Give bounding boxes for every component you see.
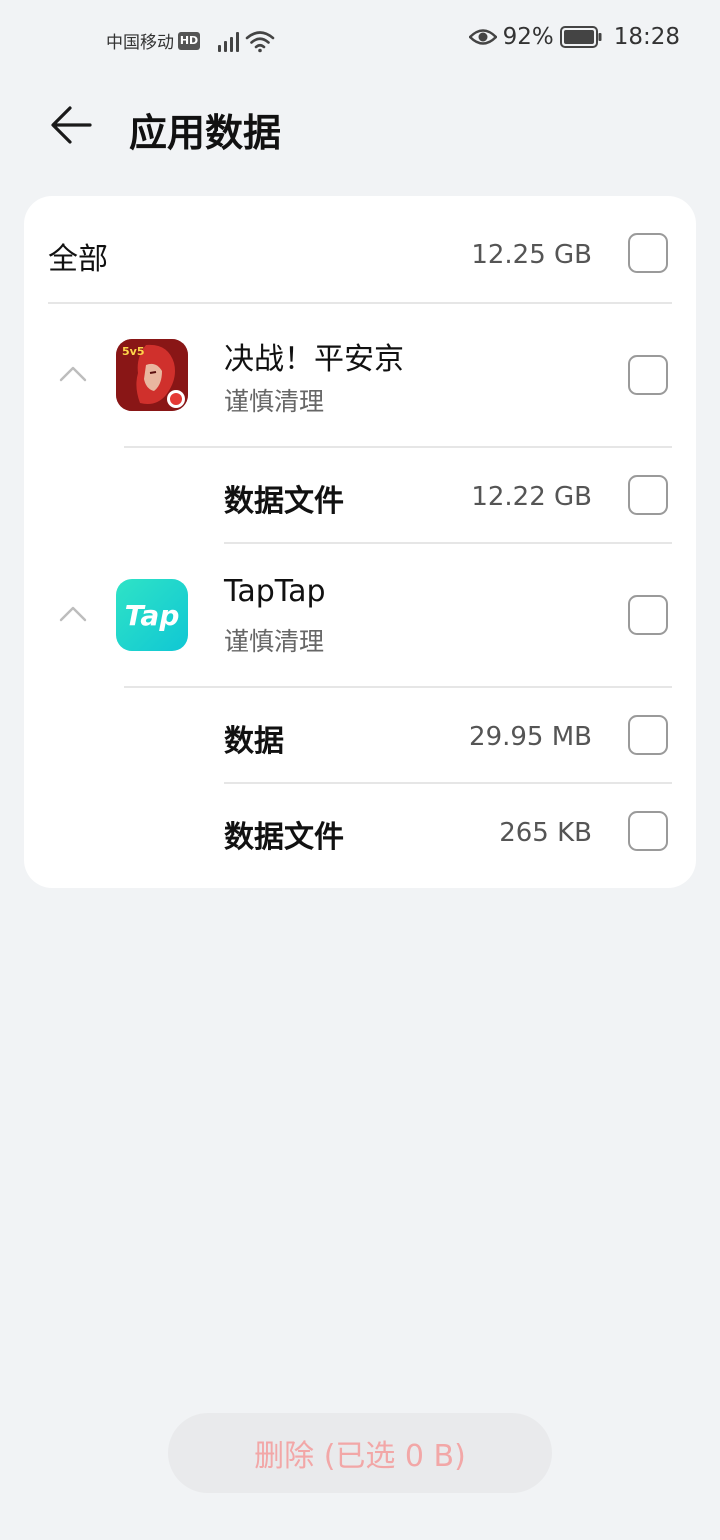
- app-checkbox[interactable]: [628, 595, 668, 635]
- data-item-size: 265 KB: [499, 818, 592, 848]
- data-item-label: 数据: [224, 724, 284, 759]
- status-left: 中国移动 HD: [106, 28, 275, 53]
- wifi-icon: [245, 30, 275, 52]
- data-item-row[interactable]: 数据文件 12.22 GB: [24, 448, 696, 542]
- header: 应用数据: [0, 88, 720, 164]
- battery-icon: [559, 26, 602, 48]
- data-item-size: 12.22 GB: [471, 482, 592, 512]
- data-item-checkbox[interactable]: [628, 811, 668, 851]
- delete-button[interactable]: 删除 (已选 0 B): [168, 1413, 552, 1493]
- status-bar: 中国移动 HD 92% 18:28: [0, 0, 720, 84]
- data-item-row[interactable]: 数据文件 265 KB: [24, 784, 696, 878]
- data-item-row[interactable]: 数据 29.95 MB: [24, 688, 696, 782]
- app-subtitle: 谨慎清理: [224, 627, 325, 656]
- app-data-card: 全部 12.25 GB 5v5 决战！平安京 谨慎清理 数据文件 12.22 G…: [24, 196, 696, 888]
- status-right: 92% 18:28: [468, 24, 680, 50]
- chevron-up-icon[interactable]: [58, 364, 88, 384]
- svg-text:5v5: 5v5: [122, 345, 144, 358]
- app-name: TapTap: [224, 574, 326, 609]
- taptap-app-icon: Tap: [116, 579, 188, 651]
- taptap-logo-text: Tap: [124, 598, 180, 632]
- select-all-row[interactable]: 全部 12.25 GB: [24, 196, 696, 302]
- app-subtitle: 谨慎清理: [224, 387, 325, 416]
- back-arrow-icon[interactable]: [48, 104, 94, 146]
- app-row-taptap[interactable]: Tap TapTap 谨慎清理: [24, 544, 696, 686]
- data-item-size: 29.95 MB: [469, 722, 592, 752]
- page-title: 应用数据: [129, 111, 282, 155]
- data-item-label: 数据文件: [224, 820, 344, 855]
- game-app-icon: 5v5: [116, 339, 188, 411]
- data-item-label: 数据文件: [224, 484, 344, 519]
- signal-icon: [218, 30, 239, 52]
- total-size: 12.25 GB: [471, 240, 592, 270]
- screen: 中国移动 HD 92% 18:28 应用数据 全部 12.25 GB 5v5 决…: [0, 0, 720, 1540]
- data-item-checkbox[interactable]: [628, 715, 668, 755]
- data-item-checkbox[interactable]: [628, 475, 668, 515]
- app-name: 决战！平安京: [224, 342, 404, 377]
- select-all-checkbox[interactable]: [628, 233, 668, 273]
- select-all-label: 全部: [48, 242, 108, 277]
- app-checkbox[interactable]: [628, 355, 668, 395]
- eye-icon: [468, 29, 497, 45]
- chevron-up-icon[interactable]: [58, 604, 88, 624]
- battery-percent: 92%: [502, 24, 554, 50]
- app-row-pingan[interactable]: 5v5 决战！平安京 谨慎清理: [24, 304, 696, 446]
- hd-badge: HD: [178, 31, 200, 50]
- carrier-name: 中国移动: [106, 33, 174, 53]
- clock: 18:28: [613, 24, 680, 50]
